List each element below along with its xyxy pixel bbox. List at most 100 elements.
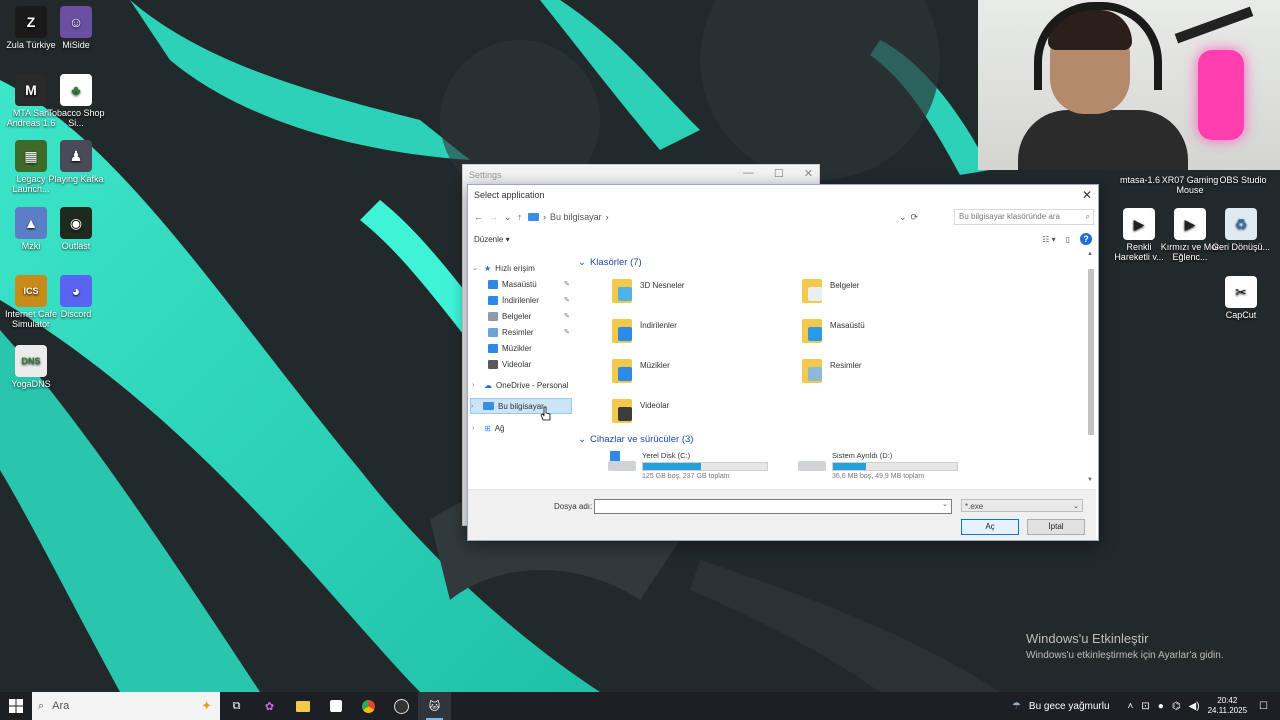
dialog-close-icon[interactable]: ✕ xyxy=(1082,188,1092,202)
drives-section-header[interactable]: ⌄ Cihazlar ve sürücüler (3) xyxy=(578,434,693,445)
folder-item[interactable]: 3D Nesneler xyxy=(612,277,792,307)
nav-this-pc[interactable]: › Bu bilgisayar xyxy=(470,398,572,414)
scroll-down-icon[interactable]: ▼ xyxy=(1087,477,1093,483)
nav-quick-access[interactable]: ⌄ ★ Hızlı erişim xyxy=(472,261,535,275)
notification-icon[interactable]: ☐ xyxy=(1259,701,1268,712)
volume-icon[interactable]: ◀) xyxy=(1189,701,1200,712)
weather-text[interactable]: Bu gece yağmurlu xyxy=(1029,701,1110,712)
select-application-dialog[interactable]: Select application ✕ ← → ⌄ ↑ › Bu bilgis… xyxy=(467,184,1099,541)
pin-icon[interactable]: ✎ xyxy=(564,280,570,288)
store-button[interactable] xyxy=(319,692,352,720)
back-arrow-icon[interactable]: ← xyxy=(474,212,483,222)
drive-icon xyxy=(798,451,826,473)
maximize-icon[interactable]: ☐ xyxy=(774,167,784,180)
desktop-shortcut[interactable]: ♣ Tobacco Shop Si... xyxy=(46,74,106,128)
mtasa-shortcut-label[interactable]: mtasa-1.6 xyxy=(1113,175,1167,185)
xr07-mouse-shortcut-label[interactable]: XR07 Gaming Mouse xyxy=(1161,175,1219,195)
chevron-right-icon[interactable]: › xyxy=(471,403,479,410)
recent-locations-icon[interactable]: ⌄ xyxy=(504,212,512,223)
desktop-shortcut[interactable]: ◕ Discord xyxy=(46,275,106,319)
folder-item[interactable]: Belgeler xyxy=(802,277,982,307)
pin-icon[interactable]: ✎ xyxy=(564,328,570,336)
desktop-shortcut[interactable]: DNS YogaDNS xyxy=(1,345,61,389)
desktop-shortcut-label: Outlast xyxy=(61,241,91,251)
filename-input[interactable]: ⌄ xyxy=(594,499,952,514)
drive-item[interactable]: Sistem Ayrıldı (D:) 36,6 MB boş, 49,9 MB … xyxy=(798,451,968,480)
address-path[interactable]: Bu bilgisayar xyxy=(550,212,602,222)
preview-pane-icon[interactable]: ▯ xyxy=(1066,235,1070,244)
folder-item[interactable]: Videolar xyxy=(612,397,792,427)
wifi-icon[interactable]: ⌬ xyxy=(1172,701,1181,712)
microphone-icon[interactable]: ● xyxy=(1158,701,1164,712)
desktop-shortcut[interactable]: ☺ MiSide xyxy=(46,6,106,50)
weather-icon[interactable]: ☂ xyxy=(1012,701,1021,712)
drive-capacity: 36,6 MB boş, 49,9 MB toplam xyxy=(832,473,925,480)
app-button-active[interactable]: 🐱 xyxy=(418,692,451,720)
help-icon[interactable]: ? xyxy=(1080,233,1092,245)
folder-item[interactable]: Masaüstü xyxy=(802,317,982,347)
folder-item[interactable]: Müzikler xyxy=(612,357,792,387)
nav-item[interactable]: Resimler ✎ xyxy=(488,325,570,339)
chevron-down-icon: ⌄ xyxy=(578,257,586,268)
chevron-right-icon[interactable]: › xyxy=(472,382,480,389)
desktop-shortcut[interactable]: ◉ Outlast xyxy=(46,207,106,251)
folder-item[interactable]: İndirilenler xyxy=(612,317,792,347)
cancel-button[interactable]: İptal xyxy=(1027,519,1085,535)
chevron-down-icon[interactable]: ⌄ xyxy=(942,500,948,508)
nav-onedrive[interactable]: › ☁ OneDrive - Personal xyxy=(472,378,568,392)
close-icon[interactable]: ✕ xyxy=(804,167,813,180)
clock[interactable]: 20:42 24.11.2025 xyxy=(1208,696,1247,716)
folder-label: 3D Nesneler xyxy=(640,281,685,290)
file-explorer-button[interactable] xyxy=(286,692,319,720)
forward-arrow-icon[interactable]: → xyxy=(489,212,498,222)
system-tray: ☂ Bu gece yağmurlu ˄ ⊡ ● ⌬ ◀) 20:42 24.1… xyxy=(1012,696,1280,716)
taskbar-search-input[interactable]: ⌕ Ara ✦ xyxy=(32,692,220,720)
folders-section-header[interactable]: ⌄ Klasörler (7) xyxy=(578,257,642,268)
folder-icon xyxy=(488,359,498,369)
pin-icon[interactable]: ✎ xyxy=(564,312,570,320)
copilot-button[interactable]: ✿ xyxy=(253,692,286,720)
recycle-bin-shortcut[interactable]: ♻ Geri Dönüşü... xyxy=(1211,208,1271,252)
desktop-shortcut-label: YogaDNS xyxy=(11,379,51,389)
scrollbar-thumb[interactable] xyxy=(1088,269,1094,435)
nav-item[interactable]: Belgeler ✎ xyxy=(488,309,570,323)
obs-button[interactable] xyxy=(385,692,418,720)
organize-menu[interactable]: Düzenle ▾ xyxy=(474,235,510,244)
zula-icon: Z xyxy=(15,6,47,38)
address-dropdown-icon[interactable]: ⌄ xyxy=(899,212,907,223)
nav-item[interactable]: Videolar xyxy=(488,357,554,371)
scroll-up-icon[interactable]: ▲ xyxy=(1087,251,1093,257)
view-options-icon[interactable]: ☷ ▾ xyxy=(1042,235,1055,244)
obs-studio-shortcut-label[interactable]: OBS Studio xyxy=(1216,175,1270,185)
start-button[interactable] xyxy=(0,692,32,720)
pin-icon[interactable]: ✎ xyxy=(564,296,570,304)
desktop-shortcut[interactable]: ♟ Playing Kafka xyxy=(46,140,106,184)
up-arrow-icon[interactable]: ↑ xyxy=(518,212,523,222)
miside-icon: ☺ xyxy=(60,6,92,38)
minimize-icon[interactable]: — xyxy=(743,167,754,180)
mzki-icon: ▲ xyxy=(15,207,47,239)
search-input[interactable]: Bu bilgisayar klasöründe ara ⌕ xyxy=(954,209,1094,225)
capcut-shortcut[interactable]: ✂ CapCut xyxy=(1211,276,1271,320)
nav-item[interactable]: Masaüstü ✎ xyxy=(488,277,570,291)
nav-item[interactable]: Müzikler xyxy=(488,341,554,355)
folder-item[interactable]: Resimler xyxy=(802,357,982,387)
drive-item[interactable]: Yerel Disk (C:) 125 GB boş, 237 GB toplam xyxy=(608,451,778,480)
refresh-icon[interactable]: ⟳ xyxy=(911,212,919,223)
chrome-button[interactable] xyxy=(352,692,385,720)
chevron-right-icon[interactable]: › xyxy=(472,425,480,432)
folder-icon xyxy=(488,343,498,353)
nav-network[interactable]: › ⊞ Ağ xyxy=(472,421,505,435)
file-type-filter[interactable]: *.exe ⌄ xyxy=(961,499,1083,512)
scrollbar[interactable]: ▲ ▼ xyxy=(1086,251,1096,489)
path-end-chevron-icon[interactable]: › xyxy=(606,212,609,222)
open-button[interactable]: Aç xyxy=(961,519,1019,535)
task-view-button[interactable]: ⧉ xyxy=(220,692,253,720)
chevron-up-icon[interactable]: ˄ xyxy=(1128,701,1134,712)
chevron-down-icon[interactable]: ⌄ xyxy=(472,264,480,272)
nav-item[interactable]: İndirilenler ✎ xyxy=(488,293,570,307)
chevron-down-icon[interactable]: ⌄ xyxy=(1073,500,1079,513)
nav-item-label: İndirilenler xyxy=(502,295,539,305)
folder-icon xyxy=(612,357,634,383)
network-icon[interactable]: ⊡ xyxy=(1141,701,1149,712)
